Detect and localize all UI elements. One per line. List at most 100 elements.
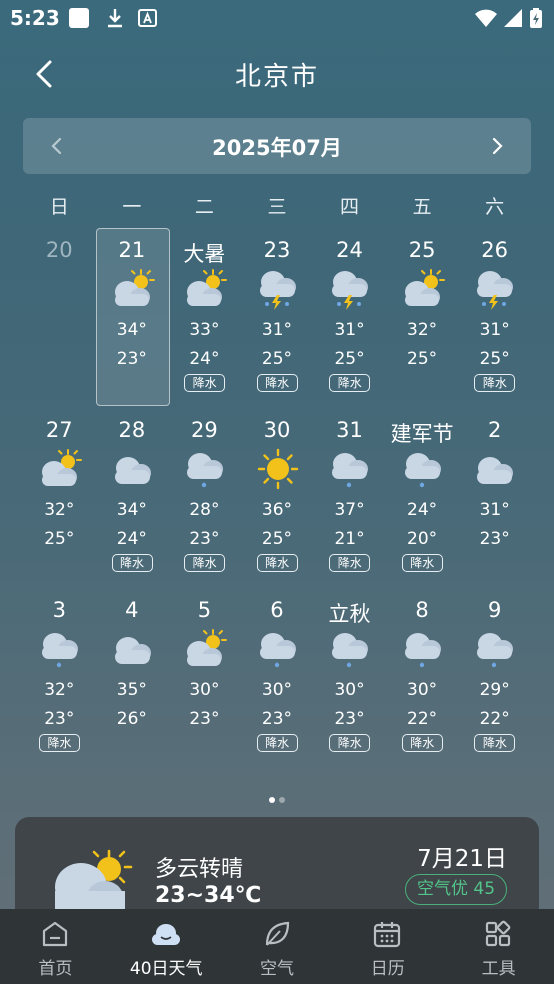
calendar-day[interactable]: 28 34° 24° 降水: [96, 408, 169, 586]
light-rain-icon: [404, 453, 441, 488]
calendar-day[interactable]: 29 28° 23° 降水: [168, 408, 241, 586]
nav-calendar-label: 日历: [370, 959, 405, 979]
light-rain-icon: [259, 633, 296, 668]
day-label: 25: [408, 238, 436, 262]
nav-home[interactable]: 首页: [0, 909, 111, 984]
low-temp: 23°: [116, 349, 147, 369]
pager-dot-active[interactable]: [269, 797, 275, 803]
weekday-fri: 五: [412, 196, 432, 218]
day-label: 大暑: [183, 242, 226, 266]
low-temp: 25°: [407, 349, 438, 369]
nav-air[interactable]: 空气: [222, 909, 333, 984]
day-label: 29: [191, 418, 218, 442]
aqi-badge[interactable]: 空气优 45: [405, 874, 507, 905]
rain-badge: 降水: [329, 554, 371, 572]
calendar-day[interactable]: 20: [23, 228, 96, 406]
low-temp: 23°: [189, 529, 220, 549]
high-temp: 34°: [116, 500, 147, 520]
rain-badge: 降水: [401, 554, 443, 572]
month-selector: 2025年07月: [23, 118, 531, 174]
grid-icon: [486, 920, 511, 947]
calendar-day[interactable]: 6 30° 23° 降水: [241, 588, 314, 766]
thunder-shower-icon: [332, 271, 369, 310]
nav-40day-label: 40日天气: [129, 959, 203, 979]
high-temp: 37°: [334, 500, 365, 520]
rain-badge: 降水: [474, 374, 516, 392]
calendar-day[interactable]: 大暑 33° 24° 降水: [168, 228, 241, 406]
high-temp: 35°: [116, 680, 147, 700]
day-label: 20: [45, 238, 73, 262]
nav-calendar[interactable]: 日历: [332, 909, 443, 984]
low-temp: 20°: [407, 529, 438, 549]
calendar-day[interactable]: 24 31° 25° 降水: [313, 228, 386, 406]
day-label: 6: [270, 598, 284, 622]
calendar-day[interactable]: 建军节 24° 20° 降水: [386, 408, 459, 586]
calendar-week-row: 27 32° 25° 28 34° 24° 降水 29 28° 23° 降水 30 36° 25° 降水 31…: [23, 408, 531, 588]
sunny-icon: [257, 448, 298, 490]
wifi-icon: [475, 9, 497, 27]
calendar-day[interactable]: 立秋 30° 23° 降水: [313, 588, 386, 766]
partly-cloudy-icon: [404, 269, 445, 306]
calendar-day[interactable]: 30 36° 25° 降水: [241, 408, 314, 586]
low-temp: 26°: [116, 709, 147, 729]
light-rain-icon: [332, 453, 369, 488]
calendar-grid: 20 21 34° 23° 大暑 33° 24° 降水 23 31° 25° 降水 24 31° 25° 降水…: [23, 228, 531, 768]
high-temp: 29°: [479, 680, 510, 700]
next-month-button[interactable]: [483, 132, 511, 160]
day-label: 24: [336, 238, 363, 262]
page-title: 北京市: [234, 62, 319, 92]
rain-badge: 降水: [256, 374, 298, 392]
rain-badge: 降水: [39, 734, 80, 752]
low-temp: 25°: [261, 529, 293, 549]
partly-cloudy-icon: [114, 269, 155, 306]
low-temp: 24°: [189, 349, 220, 369]
high-temp: 24°: [407, 500, 438, 520]
rain-badge: 降水: [111, 554, 153, 572]
calendar-day-selected[interactable]: 21 34° 23°: [95, 228, 170, 406]
rain-badge: 降水: [256, 734, 298, 752]
calendar-day[interactable]: 8 30° 22° 降水: [386, 588, 459, 766]
calendar-day[interactable]: 27 32° 25°: [23, 408, 96, 586]
low-temp: 23°: [261, 709, 293, 729]
day-label: 31: [336, 418, 363, 442]
day-label: 21: [118, 238, 146, 262]
calendar-day[interactable]: 26 31° 25° 降水: [458, 228, 531, 406]
partly-cloudy-icon: [42, 449, 82, 486]
thunder-shower-icon: [477, 271, 514, 310]
day-label: 2: [487, 418, 502, 442]
low-temp: 25°: [334, 349, 365, 369]
low-temp: 23°: [189, 709, 220, 729]
pager-dot[interactable]: [279, 797, 285, 803]
calendar-day[interactable]: 31 37° 21° 降水: [313, 408, 386, 586]
header: 北京市: [0, 48, 554, 100]
weekday-sat: 六: [485, 196, 505, 218]
notification-app-icon: [69, 8, 89, 28]
calendar-day[interactable]: 2 31° 23°: [458, 408, 531, 586]
nav-tools[interactable]: 工具: [443, 909, 554, 984]
calendar-day[interactable]: 3 32° 23° 降水: [23, 588, 96, 766]
cloudy-icon: [477, 457, 514, 484]
high-temp: 33°: [189, 320, 220, 340]
high-temp: 30°: [261, 680, 293, 700]
summary-description: 多云转晴: [155, 857, 244, 882]
calendar-day[interactable]: 9 29° 22° 降水: [458, 588, 531, 766]
high-temp: 30°: [407, 680, 438, 700]
calendar-day[interactable]: 23 31° 25° 降水: [241, 228, 314, 406]
weekday-mon: 一: [122, 196, 142, 218]
nav-tools-label: 工具: [481, 959, 516, 979]
home-icon: [42, 921, 68, 947]
high-temp: 31°: [479, 500, 510, 520]
status-time: 5:23: [10, 6, 60, 30]
light-rain-icon: [332, 633, 369, 668]
high-temp: 32°: [407, 320, 438, 340]
high-temp: 31°: [479, 320, 510, 340]
month-label: 2025年07月: [212, 136, 342, 160]
high-temp: 32°: [44, 680, 75, 700]
nav-40day[interactable]: 40日天气: [111, 909, 222, 984]
weekday-wed: 三: [267, 196, 287, 218]
calendar-day[interactable]: 25 32° 25°: [386, 228, 459, 406]
battery-icon: [530, 8, 542, 28]
calendar-day[interactable]: 4 35° 26°: [96, 588, 169, 766]
calendar-day[interactable]: 5 30° 23°: [168, 588, 241, 766]
low-temp: 25°: [261, 349, 293, 369]
